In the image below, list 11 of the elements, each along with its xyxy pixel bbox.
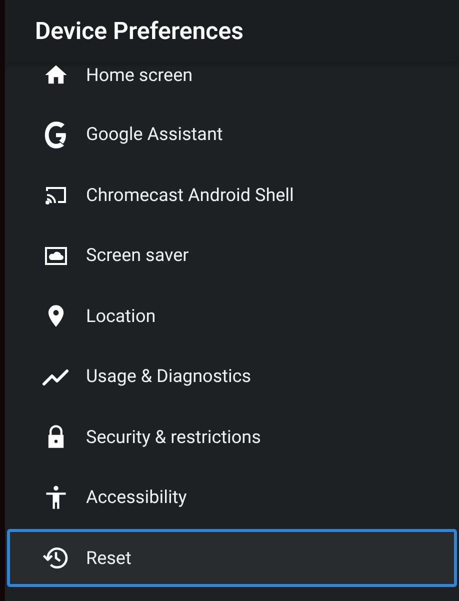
menu-item[interactable]: Screen saver	[5, 226, 459, 286]
menu-item[interactable]: Google Assistant	[5, 104, 459, 165]
panel-title: Device Preferences	[35, 16, 244, 47]
menu-item[interactable]: Security & restrictions	[5, 407, 459, 468]
menu-item[interactable]: Accessibility	[5, 468, 459, 528]
menu-item[interactable]: Location	[5, 286, 459, 346]
trend-line-icon	[41, 366, 71, 387]
menu-item[interactable]: Home screen	[5, 62, 459, 104]
menu-item[interactable]: Usage & Diagnostics	[5, 346, 459, 407]
menu-item[interactable]: Reset	[7, 529, 457, 587]
menu-item[interactable]: Chromecast Android Shell	[5, 165, 459, 226]
